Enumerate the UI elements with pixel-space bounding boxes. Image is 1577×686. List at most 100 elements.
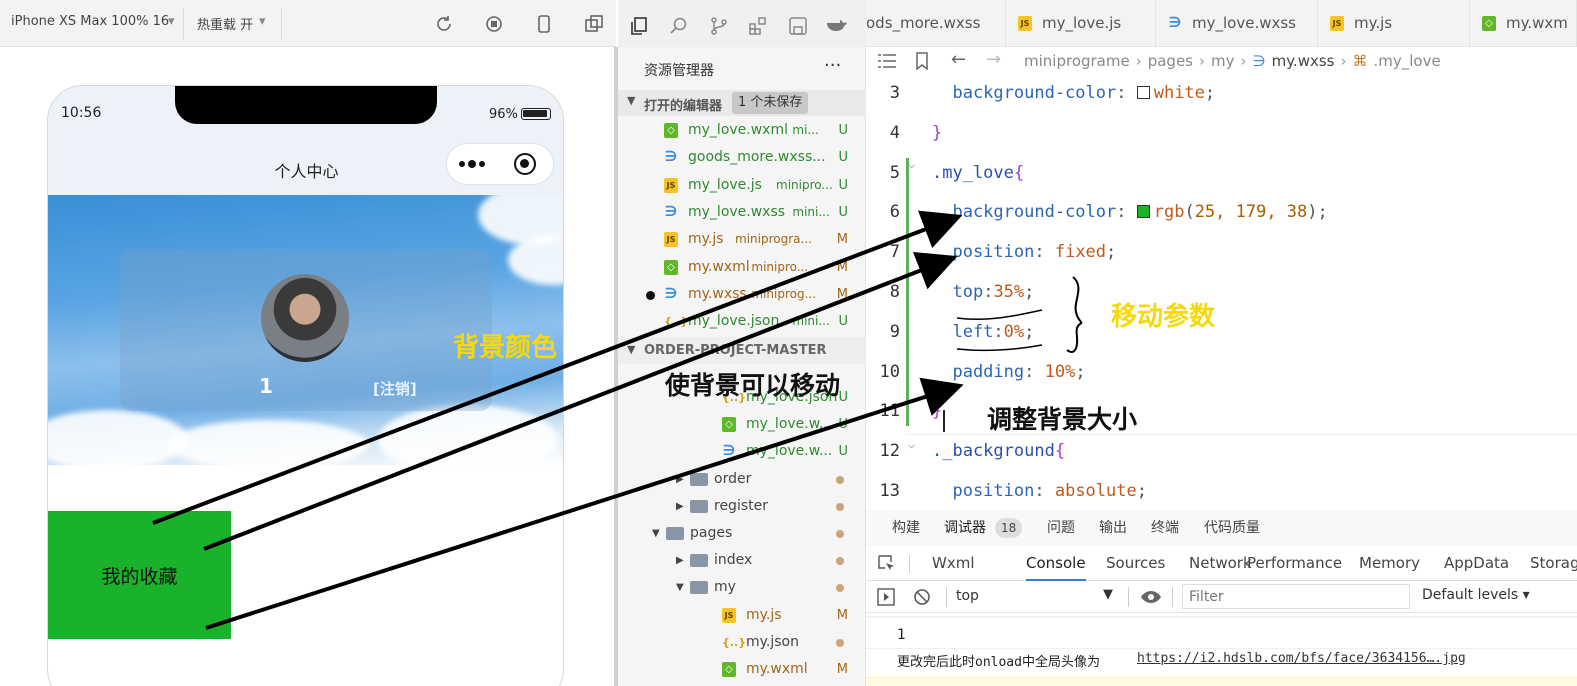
stop-icon[interactable] xyxy=(484,14,504,34)
console-log: 1 更改完后此时onload中全局头像为 https://i2.hdslb.co… xyxy=(866,613,1577,686)
devtools-tab[interactable]: AppData xyxy=(1444,546,1509,581)
editor-tab[interactable]: ∋ my_love.wxss xyxy=(1156,0,1318,47)
sidebar-toggle-icon[interactable] xyxy=(877,588,895,606)
editor-tab[interactable]: ◇ my.wxm xyxy=(1470,0,1577,47)
save-icon[interactable] xyxy=(788,16,808,36)
open-editor-item[interactable]: ∋ my_love.wxss mini... U xyxy=(618,199,866,226)
tree-item[interactable]: ∋ my_love.w... U xyxy=(618,438,866,465)
wxss-file-icon: ∋ xyxy=(1168,15,1182,31)
panel-tab[interactable]: 输出 xyxy=(1099,510,1127,546)
log-link[interactable]: https://i2.hdslb.com/bfs/face/3634156….j… xyxy=(1137,651,1466,666)
panel-tab[interactable]: 问题 xyxy=(1047,510,1075,546)
devtools-tab[interactable]: Storag xyxy=(1530,546,1577,581)
git-status: M xyxy=(836,259,848,275)
code-line: .my_love{ xyxy=(932,163,1024,183)
devtools-tab[interactable]: Network xyxy=(1189,546,1252,581)
editor-tab[interactable]: JS my.js xyxy=(1318,0,1470,47)
json-file-icon: {..} xyxy=(664,315,689,329)
more-dots-icon[interactable] xyxy=(459,160,491,168)
code-line: top:35%; xyxy=(932,282,1034,302)
files-icon[interactable] xyxy=(629,16,649,36)
open-editor-item[interactable]: ∋ goods_more.wxss... U xyxy=(618,144,866,171)
wxml-file-icon: ◇ xyxy=(722,417,736,433)
open-editor-item[interactable]: JS my_love.js minipro... U xyxy=(618,172,866,199)
panel-tab[interactable]: 终端 xyxy=(1151,510,1179,546)
devtools-tab[interactable]: Memory xyxy=(1359,546,1420,581)
code-line: position: absolute; xyxy=(932,481,1147,501)
more-icon[interactable]: ··· xyxy=(824,55,841,76)
code-token: ; xyxy=(1136,481,1147,501)
forward-icon[interactable]: → xyxy=(986,49,1001,70)
console-filter-input[interactable] xyxy=(1182,584,1410,609)
open-editors-header[interactable]: ▼ 打开的编辑器 1 个未保存 xyxy=(618,90,866,116)
source-control-icon[interactable] xyxy=(709,16,729,36)
project-header[interactable]: ▼ ORDER-PROJECT-MASTER xyxy=(618,337,866,364)
phone-icon[interactable] xyxy=(534,14,554,34)
docker-icon[interactable] xyxy=(826,16,848,36)
code-token: background-color xyxy=(932,202,1117,223)
breadcrumb-item[interactable]: pages xyxy=(1148,52,1193,70)
wxss-file-icon: ∋ xyxy=(722,443,736,460)
code-editor[interactable]: ⌵ ⌵ 3 background-color: white; 4} 5 .my_lov… xyxy=(866,75,1577,510)
unsaved-badge: 1 个未保存 xyxy=(732,92,809,114)
devtools-tab[interactable]: Sources xyxy=(1106,546,1165,581)
panel-tab[interactable]: 调试器 xyxy=(944,510,986,546)
tab-label: ods_more.wxss xyxy=(866,14,981,32)
code-token: : xyxy=(1116,202,1137,223)
open-editor-item[interactable]: {..} my_love.json mini... U xyxy=(618,308,866,335)
capsule-menu[interactable] xyxy=(446,143,554,185)
devtools-tab[interactable]: Wxml xyxy=(932,546,975,581)
devtools-tab[interactable]: Console xyxy=(1026,546,1086,581)
breadcrumb-item[interactable]: my xyxy=(1211,52,1235,70)
avatar[interactable] xyxy=(261,274,349,362)
breadcrumb-item[interactable]: .my_love xyxy=(1373,52,1440,70)
tree-item[interactable]: ▶ index xyxy=(618,547,866,574)
panel-tab[interactable]: 构建 xyxy=(892,510,920,546)
editor-tab[interactable]: ods_more.wxss xyxy=(866,0,1006,47)
file-name: my.wxml xyxy=(746,661,808,677)
tree-item[interactable]: ◇ my_love.w... U xyxy=(618,411,866,438)
clear-console-icon[interactable] xyxy=(913,588,931,606)
multi-window-icon[interactable] xyxy=(584,14,604,34)
close-capsule-icon[interactable] xyxy=(514,153,536,175)
panel-tab[interactable]: 代码质量 xyxy=(1204,510,1260,546)
tree-item[interactable]: ▼ my xyxy=(618,574,866,601)
refresh-icon[interactable] xyxy=(434,14,454,34)
context-select[interactable]: top xyxy=(956,588,979,604)
git-status: U xyxy=(838,123,848,138)
log-line: 更改完后此时onload中全局头像为 xyxy=(897,655,1100,670)
log-levels-select[interactable]: Default levels ▾ xyxy=(1422,587,1530,603)
back-icon[interactable]: ← xyxy=(951,49,966,70)
eye-icon[interactable] xyxy=(1140,590,1162,604)
list-icon[interactable] xyxy=(878,54,896,68)
tree-item[interactable]: ◇ my.wxml M xyxy=(618,656,866,683)
tree-item[interactable]: ▶ order xyxy=(618,466,866,493)
devtools-tab[interactable]: Performance xyxy=(1247,546,1342,581)
device-select[interactable]: iPhone XS Max 100% 16 xyxy=(11,14,169,29)
open-editor-item[interactable]: ◇ my.wxml minipro... M xyxy=(618,254,866,281)
context-dropdown-icon[interactable]: ▼ xyxy=(1103,587,1113,602)
open-editor-item[interactable]: JS my.js miniprogra... M xyxy=(618,226,866,253)
editor-tab[interactable]: JS my_love.js xyxy=(1006,0,1156,47)
logout-link[interactable]: [注销] xyxy=(373,378,417,399)
tree-item[interactable]: ▶ register xyxy=(618,493,866,520)
open-editor-item[interactable]: ∋ my.wxss miniprog... M xyxy=(618,281,866,308)
hot-reload-select[interactable]: 热重载 开 xyxy=(197,14,253,33)
search-icon[interactable] xyxy=(669,16,689,36)
breadcrumb-item[interactable]: my.wxss xyxy=(1272,52,1335,70)
open-editor-item[interactable]: ◇ my_love.wxml mi... U xyxy=(618,117,866,144)
wxss-file-icon: ∋ xyxy=(1252,52,1266,70)
tree-item[interactable]: JS my.js M xyxy=(618,602,866,629)
notch xyxy=(175,86,437,124)
code-token: : xyxy=(1034,242,1055,263)
folder-icon xyxy=(690,499,708,513)
tree-item[interactable]: ▼ pages xyxy=(618,520,866,547)
bookmark-icon[interactable] xyxy=(915,52,929,70)
breadcrumb-item[interactable]: miniprograme xyxy=(1024,52,1130,70)
color-swatch-icon[interactable] xyxy=(1136,205,1150,219)
favorite-button[interactable]: 我的收藏 xyxy=(48,511,231,639)
tree-item[interactable]: {..} my.json xyxy=(618,629,866,656)
inspect-icon[interactable] xyxy=(878,555,896,573)
extensions-icon[interactable] xyxy=(748,16,768,36)
color-swatch-icon[interactable] xyxy=(1136,86,1150,99)
